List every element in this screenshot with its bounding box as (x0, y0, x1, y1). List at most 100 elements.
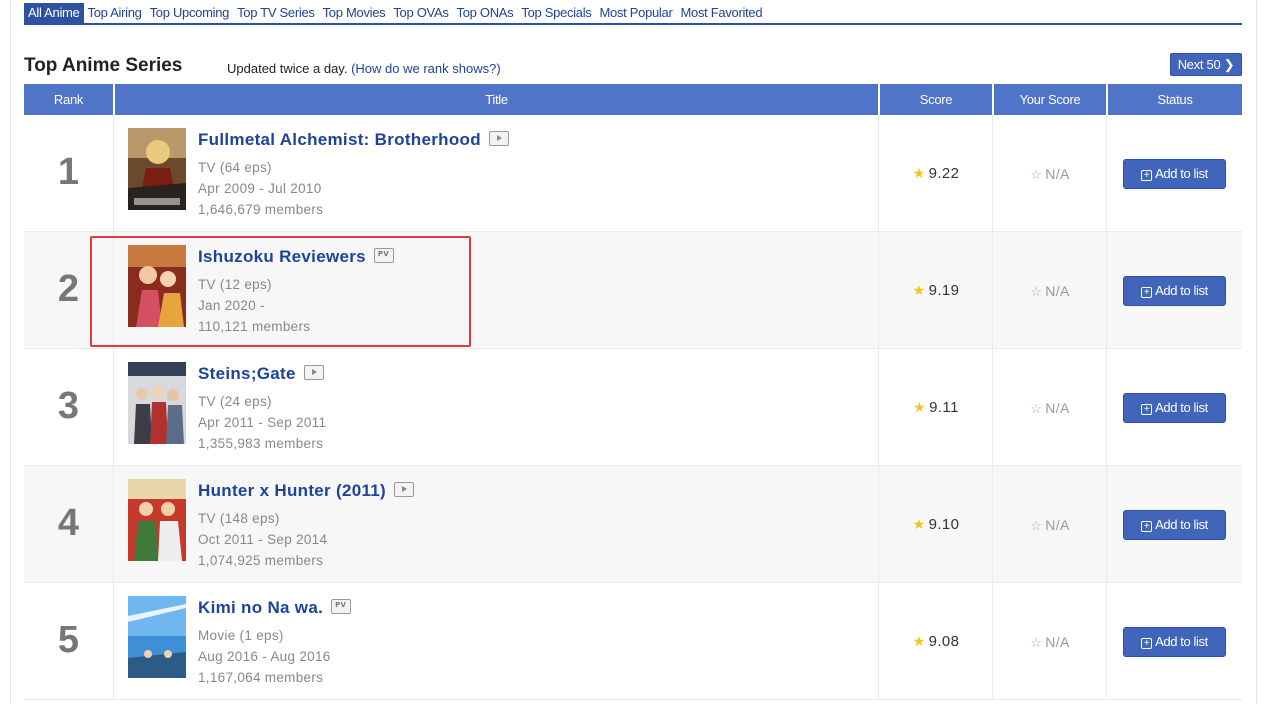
column-divider (992, 115, 993, 232)
tab-all-anime[interactable]: All Anime (24, 3, 84, 23)
score-cell: ★ 9.08 (880, 633, 992, 650)
play-icon[interactable] (393, 482, 414, 498)
anime-title: Hunter x Hunter (2011) (198, 481, 386, 500)
column-divider (878, 466, 879, 583)
column-status[interactable]: Status (1108, 84, 1242, 115)
rank-number: 5 (57, 619, 80, 661)
anime-info: TV (148 eps) Oct 2011 - Sep 2014 1,074,9… (198, 508, 327, 571)
your-score-cell[interactable]: ☆ N/A (994, 634, 1106, 651)
column-divider (113, 349, 114, 466)
tab-top-movies[interactable]: Top Movies (319, 3, 390, 23)
tab-top-specials[interactable]: Top Specials (517, 3, 595, 23)
anime-title-link[interactable]: Fullmetal Alchemist: Brotherhood (198, 130, 509, 150)
your-score-cell[interactable]: ☆ N/A (994, 283, 1106, 300)
add-to-list-button[interactable]: + Add to list (1123, 159, 1226, 189)
anime-members: 1,355,983 members (198, 436, 324, 451)
add-to-list-button[interactable]: + Add to list (1123, 627, 1226, 657)
ranking-help-link[interactable]: (How do we rank shows?) (351, 61, 501, 76)
tab-most-favorited[interactable]: Most Favorited (676, 3, 766, 23)
score-value: 9.11 (929, 399, 959, 416)
anime-info: TV (12 eps) Jan 2020 - 110,121 members (198, 274, 310, 337)
anime-info: TV (64 eps) Apr 2009 - Jul 2010 1,646,67… (198, 157, 323, 220)
column-rank[interactable]: Rank (24, 84, 113, 115)
page-border-left (10, 0, 11, 704)
anime-type: TV (148 eps) (198, 511, 280, 526)
table-row: 4 Hunter x Hunter (2011) TV (148 eps) Oc… (24, 466, 1242, 583)
star-outline-icon: ☆ (1030, 167, 1043, 182)
star-outline-icon: ☆ (1030, 518, 1043, 533)
add-to-list-button[interactable]: + Add to list (1123, 510, 1226, 540)
column-title[interactable]: Title (115, 84, 878, 115)
tab-top-upcoming[interactable]: Top Upcoming (146, 3, 234, 23)
page-title: Top Anime Series (24, 55, 183, 76)
paren-close: ) (496, 61, 501, 76)
anime-title-link[interactable]: Hunter x Hunter (2011) (198, 481, 414, 501)
anime-dates: Aug 2016 - Aug 2016 (198, 649, 331, 664)
play-icon[interactable] (488, 131, 509, 147)
anime-info: Movie (1 eps) Aug 2016 - Aug 2016 1,167,… (198, 625, 331, 688)
anime-type: TV (64 eps) (198, 160, 272, 175)
column-divider (1106, 349, 1107, 466)
tab-top-airing[interactable]: Top Airing (84, 3, 146, 23)
anime-title-link[interactable]: Kimi no Na wa. (198, 598, 352, 618)
your-score-value: N/A (1045, 517, 1070, 533)
column-divider (1106, 466, 1107, 583)
anime-title: Ishuzoku Reviewers (198, 247, 366, 266)
next-50-button[interactable]: Next 50 ❯ (1170, 53, 1242, 76)
add-to-list-label: Add to list (1155, 283, 1208, 298)
add-to-list-button[interactable]: + Add to list (1123, 393, 1226, 423)
tab-top-tv-series[interactable]: Top TV Series (233, 3, 319, 23)
anime-title: Fullmetal Alchemist: Brotherhood (198, 130, 481, 149)
plus-square-icon: + (1141, 170, 1153, 181)
column-divider (992, 583, 993, 700)
tab-top-onas[interactable]: Top ONAs (453, 3, 518, 23)
anime-info: TV (24 eps) Apr 2011 - Sep 2011 1,355,98… (198, 391, 326, 454)
score-cell: ★ 9.19 (880, 282, 992, 299)
your-score-value: N/A (1045, 283, 1070, 299)
top-anime-page: All Anime Top Airing Top Upcoming Top TV… (0, 0, 1280, 704)
anime-thumbnail[interactable] (128, 596, 186, 678)
tab-most-popular[interactable]: Most Popular (595, 3, 676, 23)
anime-title-link[interactable]: Ishuzoku Reviewers (198, 247, 394, 267)
anime-title-link[interactable]: Steins;Gate (198, 364, 324, 384)
add-to-list-button[interactable]: + Add to list (1123, 276, 1226, 306)
column-divider (113, 583, 114, 700)
your-score-cell[interactable]: ☆ N/A (994, 166, 1106, 183)
anime-thumbnail[interactable] (128, 479, 186, 561)
tabs-underline (24, 23, 1242, 25)
anime-members: 1,074,925 members (198, 553, 324, 568)
anime-members: 110,121 members (198, 319, 311, 334)
anime-dates: Jan 2020 - (198, 298, 265, 313)
column-your-score[interactable]: Your Score (994, 84, 1106, 115)
anime-thumbnail[interactable] (128, 245, 186, 327)
score-value: 9.22 (928, 165, 960, 182)
table-row: 2 Ishuzoku Reviewers TV (12 eps) Jan 202… (24, 232, 1242, 349)
anime-type: TV (12 eps) (198, 277, 272, 292)
plus-square-icon: + (1141, 638, 1153, 649)
tab-top-ovas[interactable]: Top OVAs (389, 3, 452, 23)
anime-thumbnail[interactable] (128, 362, 186, 444)
score-cell: ★ 9.11 (880, 399, 992, 416)
anime-dates: Oct 2011 - Sep 2014 (198, 532, 328, 547)
column-divider (878, 115, 879, 232)
rank-number: 3 (57, 385, 80, 427)
column-score[interactable]: Score (880, 84, 992, 115)
column-divider (878, 232, 879, 349)
pv-icon[interactable] (373, 248, 394, 264)
star-outline-icon: ☆ (1030, 401, 1043, 416)
your-score-cell[interactable]: ☆ N/A (994, 517, 1106, 534)
table-row: 5 Kimi no Na wa. Movie (1 eps) Aug 2016 … (24, 583, 1242, 700)
pv-icon[interactable] (331, 599, 352, 615)
add-to-list-label: Add to list (1155, 400, 1208, 415)
next-50-label: Next 50 (1177, 57, 1221, 72)
play-icon[interactable] (303, 365, 324, 381)
table-row: 3 Steins;Gate TV (24 eps) Apr 2011 - Sep… (24, 349, 1242, 466)
star-outline-icon: ☆ (1030, 635, 1043, 650)
plus-square-icon: + (1141, 521, 1153, 532)
score-cell: ★ 9.10 (880, 516, 992, 533)
your-score-cell[interactable]: ☆ N/A (994, 400, 1106, 417)
anime-thumbnail[interactable] (128, 128, 186, 210)
table-row: 1 Fullmetal Alchemist: Brotherhood TV (6… (24, 115, 1242, 232)
column-divider (1106, 232, 1107, 349)
column-divider (113, 115, 114, 232)
